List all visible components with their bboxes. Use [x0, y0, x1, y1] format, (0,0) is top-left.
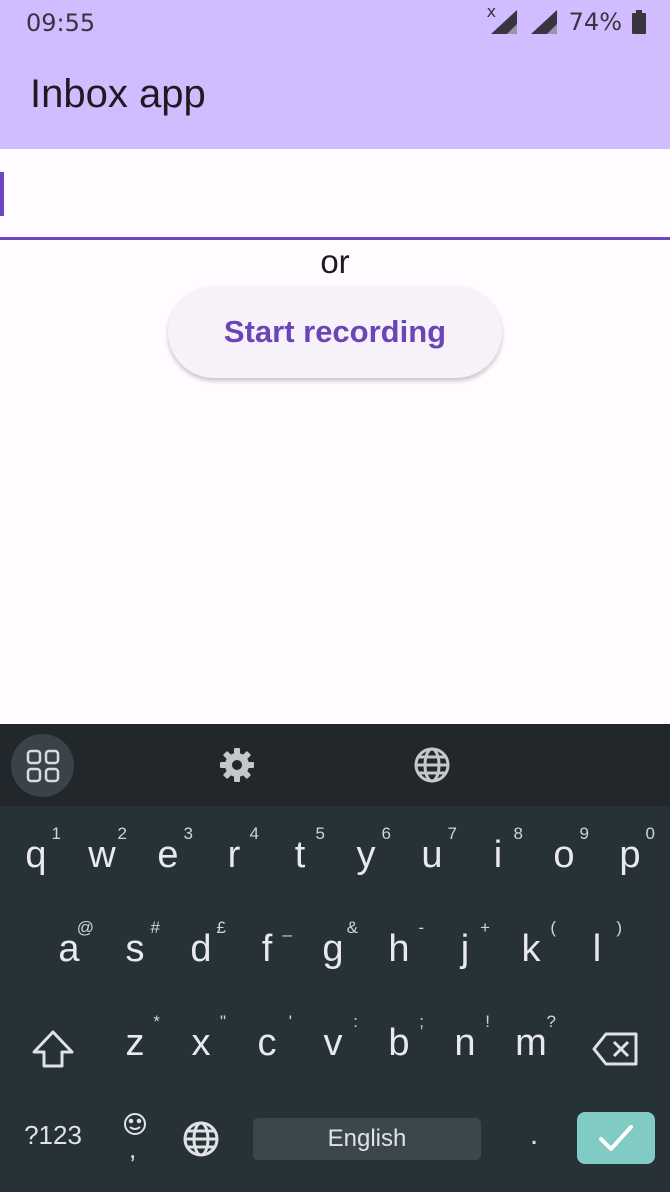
apps-grid-icon[interactable]	[11, 734, 74, 797]
key-n[interactable]: n!	[432, 998, 498, 1092]
key-g[interactable]: g &	[300, 904, 366, 998]
signal-no-service-icon: x	[487, 2, 519, 36]
shift-key[interactable]	[28, 1026, 78, 1072]
key-i[interactable]: i8	[465, 810, 531, 904]
key-hint: 0	[645, 824, 655, 843]
app-title: Inbox app	[30, 72, 206, 116]
text-cursor	[0, 172, 4, 216]
globe-icon[interactable]	[411, 744, 453, 786]
key-a[interactable]: a @	[36, 904, 102, 998]
key-c[interactable]: c '	[234, 998, 300, 1092]
key-z[interactable]: z *	[102, 998, 168, 1092]
key-f[interactable]: f _	[234, 904, 300, 998]
symbols-key[interactable]: ?123	[14, 1120, 92, 1160]
key-hint: -	[418, 918, 424, 937]
key-d[interactable]: d £	[168, 904, 234, 998]
emoji-icon[interactable]: ,	[115, 1110, 155, 1164]
key-x[interactable]: x "	[168, 998, 234, 1092]
settings-gear-icon[interactable]	[216, 744, 258, 786]
status-time: 09:55	[26, 9, 96, 37]
key-j[interactable]: j +	[432, 904, 498, 998]
key-hint: 5	[315, 824, 325, 843]
or-separator-text: or	[320, 243, 350, 280]
key-p[interactable]: p0	[597, 810, 663, 904]
key-b[interactable]: b;	[366, 998, 432, 1092]
key-t[interactable]: t5	[267, 810, 333, 904]
comma-label: ,	[129, 1134, 137, 1164]
app-bar: Inbox app	[0, 50, 670, 149]
key-hint: 1	[51, 824, 61, 843]
key-hint: 3	[183, 824, 193, 843]
battery-percent: 74%	[568, 8, 622, 36]
key-y[interactable]: y6	[333, 810, 399, 904]
status-icons: x 74%	[487, 2, 646, 36]
key-o[interactable]: o9	[531, 810, 597, 904]
key-l[interactable]: l)	[564, 904, 630, 998]
space-key[interactable]: English	[253, 1118, 481, 1160]
key-hint: £	[216, 918, 226, 937]
key-k[interactable]: k(	[498, 904, 564, 998]
key-hint: _	[282, 918, 292, 937]
key-q[interactable]: q1	[3, 810, 69, 904]
key-hint: +	[480, 918, 490, 937]
key-h[interactable]: h-	[366, 904, 432, 998]
key-u[interactable]: u7	[399, 810, 465, 904]
key-hint: '	[288, 1012, 292, 1031]
key-hint: @	[76, 918, 94, 937]
key-hint: 4	[249, 824, 259, 843]
signal-icon	[529, 8, 559, 36]
keyboard-toolbar	[0, 724, 670, 806]
language-globe-icon[interactable]	[180, 1118, 222, 1160]
key-hint: 2	[117, 824, 127, 843]
backspace-icon[interactable]	[590, 1030, 642, 1068]
key-hint: 7	[447, 824, 457, 843]
key-m[interactable]: m?	[498, 998, 564, 1092]
start-recording-button[interactable]: Start recording	[168, 286, 502, 378]
key-hint: :	[353, 1012, 358, 1031]
key-hint: 9	[579, 824, 589, 843]
key-hint: #	[150, 918, 160, 937]
key-hint: &	[346, 918, 358, 937]
key-s[interactable]: s #	[102, 904, 168, 998]
battery-icon	[632, 10, 646, 34]
key-w[interactable]: w2	[69, 810, 135, 904]
key-hint: )	[616, 918, 622, 937]
key-hint: (	[550, 918, 556, 937]
key-hint: 6	[381, 824, 391, 843]
key-hint: ?	[546, 1012, 556, 1031]
message-input[interactable]	[0, 149, 670, 240]
start-recording-label: Start recording	[223, 314, 447, 349]
key-v[interactable]: v:	[300, 998, 366, 1092]
key-hint: 8	[513, 824, 523, 843]
key-hint: ;	[419, 1012, 424, 1031]
key-hint: *	[153, 1012, 160, 1031]
status-bar: 09:55 x 74%	[0, 0, 670, 50]
enter-key[interactable]	[577, 1112, 655, 1164]
period-key[interactable]: .	[512, 1118, 556, 1160]
key-r[interactable]: r4	[201, 810, 267, 904]
key-e[interactable]: e3	[135, 810, 201, 904]
key-hint: !	[485, 1012, 490, 1031]
key-hint: "	[219, 1012, 226, 1031]
